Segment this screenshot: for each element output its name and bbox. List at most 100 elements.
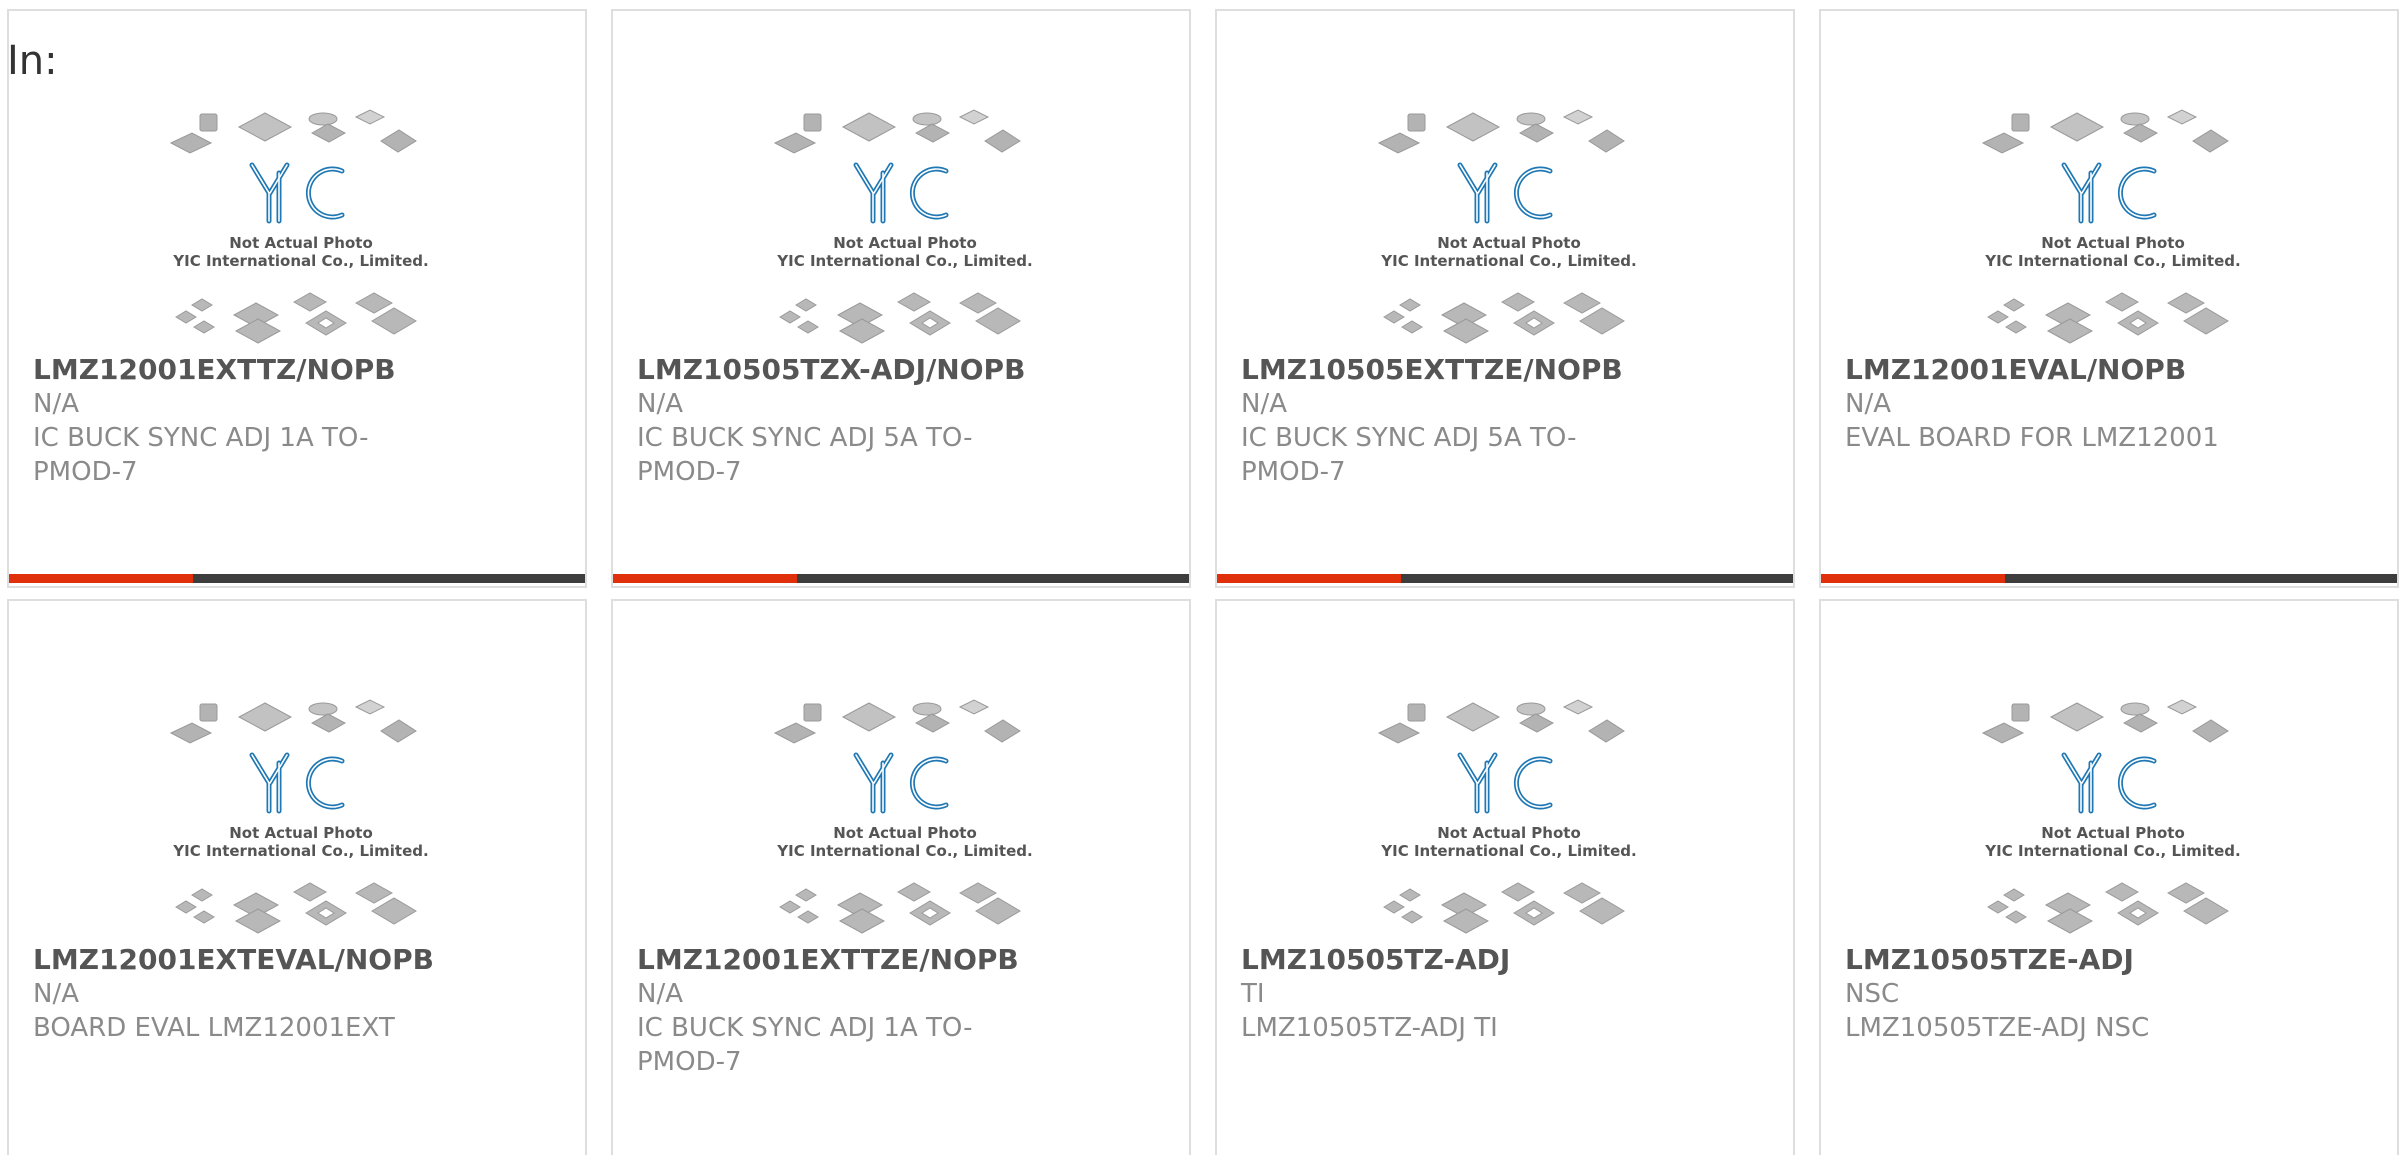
manufacturer: N/A [637, 979, 683, 1009]
yic-logo [853, 752, 949, 814]
photo-caption-line2: YIC International Co., Limited. [172, 252, 428, 270]
chip-icons-bottom [175, 292, 417, 344]
chip-icons-bottom [779, 292, 1021, 344]
chip-icons-top [773, 699, 1021, 744]
progress-fill [1821, 574, 2006, 583]
chip-icons-bottom [1987, 292, 2229, 344]
yic-logo-inner [2063, 754, 2155, 812]
progress-bar [9, 574, 585, 583]
progress-fill [1217, 574, 1402, 583]
yic-logo-inner [2063, 164, 2155, 222]
photo-caption-line2: YIC International Co., Limited. [776, 252, 1032, 270]
product-card[interactable]: Not Actual Photo YIC International Co., … [611, 9, 1191, 588]
part-number[interactable]: LMZ10505TZX-ADJ/NOPB [637, 353, 1057, 387]
product-description: EVAL BOARD FOR LMZ12001 [1845, 423, 2219, 453]
chip-icons-top [169, 699, 417, 744]
product-photo-placeholder: Not Actual Photo YIC International Co., … [169, 699, 429, 934]
part-number[interactable]: LMZ10505TZE-ADJ [1845, 943, 2265, 977]
product-card[interactable]: Not Actual Photo YIC International Co., … [1215, 9, 1795, 588]
product-photo-placeholder: Not Actual Photo YIC International Co., … [1981, 699, 2241, 934]
photo-caption-line1: Not Actual Photo [229, 234, 373, 252]
yic-logo-inner [1459, 164, 1551, 222]
part-number[interactable]: LMZ12001EXTTZ/NOPB [33, 353, 453, 387]
product-info: LMZ10505TZX-ADJ/NOPB N/A IC BUCK SYNC AD… [637, 353, 1057, 489]
yic-logo [249, 752, 345, 814]
product-info: LMZ10505EXTTZE/NOPB N/A IC BUCK SYNC ADJ… [1241, 353, 1661, 489]
manufacturer: N/A [1845, 389, 1891, 419]
chip-icons-bottom [779, 882, 1021, 934]
yic-logo [2061, 752, 2157, 814]
filter-label: In: [7, 38, 58, 84]
photo-caption-line2: YIC International Co., Limited. [1984, 842, 2240, 860]
product-info: LMZ12001EXTTZ/NOPB N/A IC BUCK SYNC ADJ … [33, 353, 453, 489]
chip-icons-top [1377, 109, 1625, 154]
yic-logo [853, 162, 949, 224]
product-info: LMZ10505TZ-ADJ TI LMZ10505TZ-ADJ TI [1241, 943, 1661, 1045]
photo-caption-line1: Not Actual Photo [2041, 234, 2185, 252]
part-number[interactable]: LMZ10505EXTTZE/NOPB [1241, 353, 1661, 387]
product-card[interactable]: Not Actual Photo YIC International Co., … [1819, 599, 2399, 1155]
progress-fill [613, 574, 798, 583]
manufacturer: TI [1241, 979, 1265, 1009]
product-photo-placeholder: Not Actual Photo YIC International Co., … [1377, 699, 1637, 934]
product-photo-placeholder: Not Actual Photo YIC International Co., … [1981, 109, 2241, 344]
product-photo-placeholder: Not Actual Photo YIC International Co., … [773, 109, 1033, 344]
yic-logo [1457, 752, 1553, 814]
part-number[interactable]: LMZ12001EXTTZE/NOPB [637, 943, 1057, 977]
product-description: IC BUCK SYNC ADJ 1A TO-PMOD-7 [637, 1013, 973, 1077]
progress-bar [1821, 574, 2397, 583]
product-photo-placeholder: Not Actual Photo YIC International Co., … [1377, 109, 1637, 344]
yic-logo [1457, 162, 1553, 224]
product-card[interactable]: Not Actual Photo YIC International Co., … [1215, 599, 1795, 1155]
product-info: LMZ12001EXTTZE/NOPB N/A IC BUCK SYNC ADJ… [637, 943, 1057, 1079]
photo-caption-line2: YIC International Co., Limited. [172, 842, 428, 860]
manufacturer: N/A [637, 389, 683, 419]
photo-caption-line1: Not Actual Photo [229, 824, 373, 842]
product-card[interactable]: Not Actual Photo YIC International Co., … [7, 599, 587, 1155]
product-info: LMZ10505TZE-ADJ NSC LMZ10505TZE-ADJ NSC [1845, 943, 2265, 1045]
product-description: IC BUCK SYNC ADJ 5A TO-PMOD-7 [1241, 423, 1577, 487]
photo-caption-line2: YIC International Co., Limited. [1984, 252, 2240, 270]
photo-caption-line1: Not Actual Photo [1437, 824, 1581, 842]
photo-caption-line1: Not Actual Photo [2041, 824, 2185, 842]
manufacturer: NSC [1845, 979, 1900, 1009]
yic-logo-inner [855, 164, 947, 222]
product-description: LMZ10505TZ-ADJ TI [1241, 1013, 1498, 1043]
product-grid-page: In: Not Actual Photo YIC International C… [0, 0, 2400, 1155]
photo-caption-line1: Not Actual Photo [833, 824, 977, 842]
chip-icons-bottom [175, 882, 417, 934]
manufacturer: N/A [33, 389, 79, 419]
manufacturer: N/A [33, 979, 79, 1009]
product-description: IC BUCK SYNC ADJ 5A TO-PMOD-7 [637, 423, 973, 487]
product-card[interactable]: Not Actual Photo YIC International Co., … [611, 599, 1191, 1155]
chip-icons-top [169, 109, 417, 154]
yic-logo-inner [251, 754, 343, 812]
chip-icons-bottom [1383, 292, 1625, 344]
part-number[interactable]: LMZ12001EVAL/NOPB [1845, 353, 2265, 387]
product-card[interactable]: Not Actual Photo YIC International Co., … [1819, 9, 2399, 588]
part-number[interactable]: LMZ12001EXTEVAL/NOPB [33, 943, 453, 977]
manufacturer: N/A [1241, 389, 1287, 419]
product-info: LMZ12001EVAL/NOPB N/A EVAL BOARD FOR LMZ… [1845, 353, 2265, 455]
photo-caption-line2: YIC International Co., Limited. [776, 842, 1032, 860]
chip-icons-top [773, 109, 1021, 154]
chip-icons-top [1981, 109, 2229, 154]
product-card[interactable]: Not Actual Photo YIC International Co., … [7, 9, 587, 588]
part-number[interactable]: LMZ10505TZ-ADJ [1241, 943, 1661, 977]
chip-icons-top [1981, 699, 2229, 744]
photo-caption-line2: YIC International Co., Limited. [1380, 842, 1636, 860]
product-photo-placeholder: Not Actual Photo YIC International Co., … [773, 699, 1033, 934]
chip-icons-bottom [1383, 882, 1625, 934]
product-description: BOARD EVAL LMZ12001EXT [33, 1013, 395, 1043]
photo-caption-line1: Not Actual Photo [833, 234, 977, 252]
yic-logo [2061, 162, 2157, 224]
yic-logo [249, 162, 345, 224]
photo-caption-line1: Not Actual Photo [1437, 234, 1581, 252]
product-description: IC BUCK SYNC ADJ 1A TO-PMOD-7 [33, 423, 369, 487]
chip-icons-top [1377, 699, 1625, 744]
progress-fill [9, 574, 194, 583]
yic-logo-inner [251, 164, 343, 222]
yic-logo-inner [1459, 754, 1551, 812]
chip-icons-bottom [1987, 882, 2229, 934]
product-description: LMZ10505TZE-ADJ NSC [1845, 1013, 2150, 1043]
